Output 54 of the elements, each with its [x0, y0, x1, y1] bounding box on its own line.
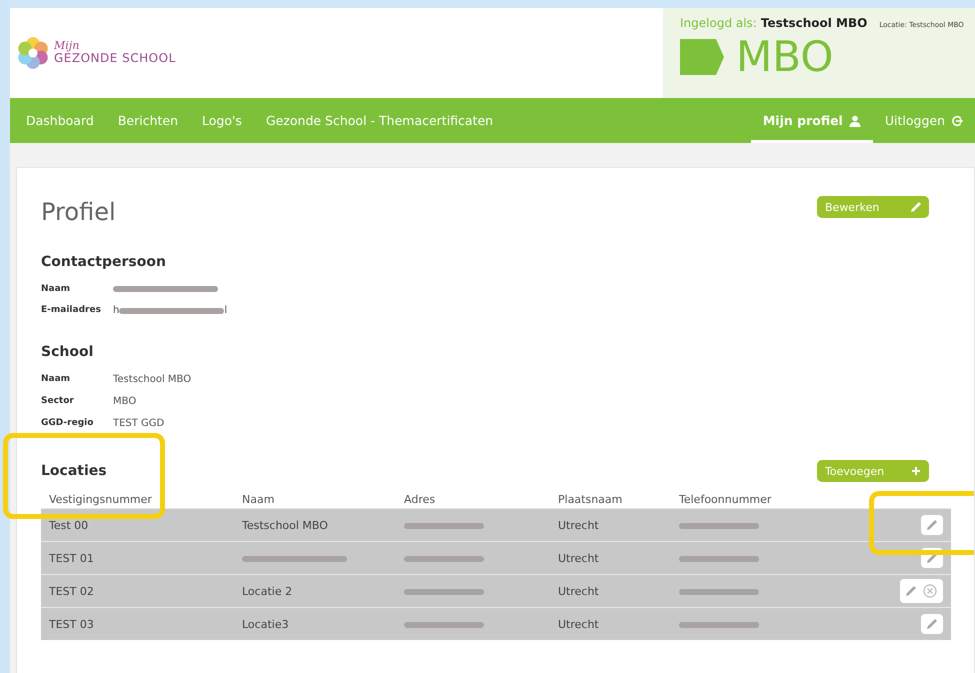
column-header: Telefoonnummer — [671, 491, 852, 508]
column-header: Naam — [234, 491, 396, 508]
pencil-icon — [927, 553, 937, 563]
nav-link[interactable]: Dashboard — [10, 98, 106, 143]
table-cell: Locatie 2 — [234, 574, 396, 608]
table-cell: Locatie3 — [234, 608, 396, 640]
column-header: Plaatsnaam — [550, 491, 671, 508]
flower-logo-icon — [16, 36, 50, 70]
pencil-icon — [927, 619, 937, 629]
field-value: l — [224, 305, 228, 316]
tag-shape-icon — [680, 39, 724, 75]
person-icon — [848, 114, 861, 126]
field-label: Sector — [41, 396, 75, 407]
section-title: Contactpersoon — [41, 254, 167, 270]
pencil-icon — [906, 586, 916, 596]
sector-title: MBO — [736, 36, 834, 78]
nav-link[interactable]: Uitloggen — [872, 98, 975, 143]
logo-text-small: Mijn — [54, 40, 80, 52]
login-label: Ingelogd als: — [680, 16, 757, 30]
nav-link[interactable]: Logo's — [190, 98, 254, 143]
table-cell: Utrecht — [550, 542, 671, 574]
nav-link[interactable]: Berichten — [106, 98, 190, 143]
table-cell: TEST 03 — [41, 608, 234, 640]
field-value: Testschool MBO — [113, 374, 192, 385]
table-cell: TEST 02 — [41, 574, 234, 608]
table-cell: Utrecht — [550, 574, 671, 608]
pencil-icon — [927, 520, 937, 530]
column-header: Adres — [396, 491, 550, 508]
logout-icon — [951, 114, 963, 126]
logo-text: GEZONDE SCHOOL — [54, 52, 176, 66]
column-header: Vestigingsnummer — [41, 491, 234, 508]
close-circle-icon — [923, 584, 937, 598]
section-title: Locaties — [41, 463, 107, 479]
field-label: Naam — [41, 374, 72, 385]
table-cell: Utrecht — [550, 508, 671, 542]
nav-link[interactable]: Gezonde School - Themacertificaten — [254, 98, 506, 143]
field-label: Naam — [41, 284, 72, 294]
add-button[interactable]: Toevoegen — [817, 460, 929, 482]
field-value: h — [113, 305, 120, 316]
table-cell: Testschool MBO — [234, 508, 396, 542]
login-name: Testschool MBO — [760, 16, 868, 30]
table-cell: Test 00 — [41, 508, 234, 542]
table-cell: Utrecht — [550, 608, 671, 640]
field-label: E-mailadres — [41, 305, 102, 316]
section-title: School — [41, 344, 94, 360]
nav-link[interactable]: Mijn profiel — [750, 98, 873, 143]
field-value: TEST GGD — [113, 418, 164, 429]
plus-icon — [911, 466, 921, 476]
edit-button[interactable]: Bewerken — [817, 196, 929, 218]
field-label: GGD-regio — [41, 418, 94, 429]
page-title: Profiel — [41, 198, 116, 226]
field-value: MBO — [113, 396, 136, 407]
pencil-icon — [911, 202, 921, 212]
table-cell: TEST 01 — [41, 542, 234, 574]
